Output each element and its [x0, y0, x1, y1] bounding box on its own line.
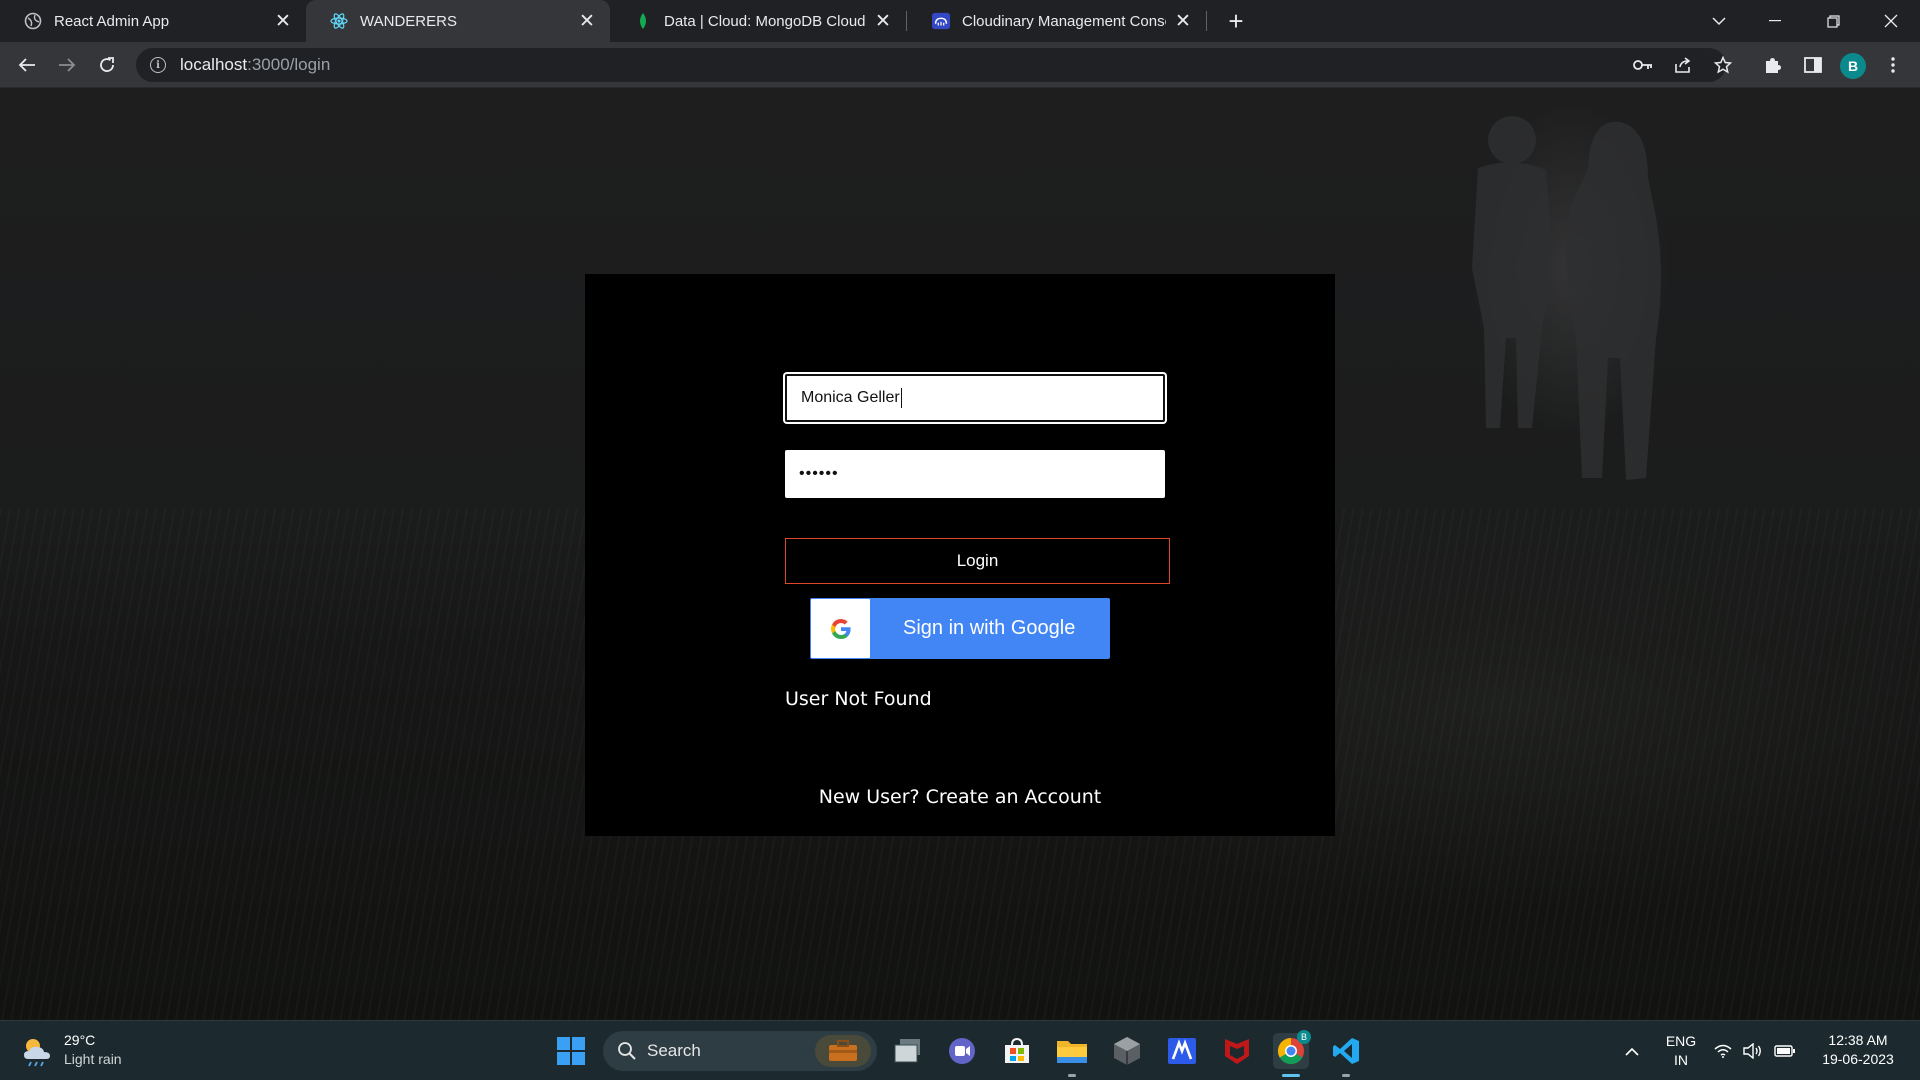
close-tab-icon[interactable]: ✕ [874, 11, 892, 32]
battery-icon[interactable] [1772, 1033, 1798, 1069]
password-key-icon[interactable] [1628, 50, 1658, 80]
cloudinary-icon [932, 12, 950, 30]
windows-start-icon[interactable] [553, 1033, 589, 1069]
task-view-icon[interactable] [890, 1033, 926, 1069]
language-code: ENG [1665, 1033, 1697, 1049]
tab-title: React Admin App [54, 12, 170, 30]
react-icon [330, 12, 348, 30]
language-region: IN [1674, 1052, 1688, 1068]
search-label: Search [647, 1041, 701, 1060]
chrome-icon[interactable]: B [1273, 1030, 1311, 1077]
tab-separator [1206, 11, 1207, 31]
mcafee-shield-icon[interactable] [1219, 1033, 1255, 1069]
taskbar-search-box[interactable]: Search [603, 1031, 877, 1071]
clock[interactable]: 12:38 AM 19-06-2023 [1810, 1032, 1906, 1067]
running-indicator [1282, 1074, 1300, 1077]
running-indicator [1068, 1074, 1076, 1077]
error-message: User Not Found [785, 688, 932, 710]
google-signin-label: Sign in with Google [903, 617, 1076, 639]
page-viewport: Monica Geller •••••• Login Sign in with … [0, 88, 1920, 1020]
address-bar[interactable]: i localhost:3000/login [136, 48, 1726, 82]
tab-wanderers[interactable]: WANDERERS ✕ [306, 0, 610, 42]
browser-tab-strip: React Admin App ✕ WANDERERS ✕ Data | Clo… [0, 0, 1920, 42]
tab-react-admin-app[interactable]: React Admin App ✕ [0, 0, 306, 42]
file-explorer-icon[interactable] [1054, 1033, 1090, 1077]
restore-icon[interactable] [1810, 0, 1856, 42]
search-icon [618, 1042, 636, 1060]
share-icon[interactable] [1668, 50, 1698, 80]
browser-toolbar: i localhost:3000/login B [0, 42, 1920, 88]
unity-hub-icon[interactable] [1109, 1033, 1145, 1069]
globe-icon [24, 12, 42, 30]
tab-title: WANDERERS [360, 12, 457, 30]
url-path: :3000/login [247, 55, 331, 74]
close-tab-icon[interactable]: ✕ [578, 11, 596, 32]
tab-title: Data | Cloud: MongoDB Cloud [664, 12, 866, 30]
wifi-icon[interactable] [1710, 1033, 1736, 1069]
app-blue-m-icon[interactable] [1164, 1033, 1200, 1069]
tab-mongodb-cloud[interactable]: Data | Cloud: MongoDB Cloud ✕ [610, 0, 906, 42]
extensions-puzzle-icon[interactable] [1758, 50, 1788, 80]
password-input[interactable]: •••••• [785, 450, 1165, 498]
side-panel-icon[interactable] [1798, 50, 1828, 80]
username-value: Monica Geller [801, 389, 900, 406]
background-couple-silhouette [1472, 116, 1661, 480]
tab-separator [906, 11, 907, 31]
username-input[interactable]: Monica Geller [785, 374, 1165, 422]
login-card: Monica Geller •••••• Login Sign in with … [585, 274, 1335, 836]
teams-chat-icon[interactable] [944, 1033, 980, 1069]
weather-description: Light rain [64, 1051, 122, 1067]
clock-date: 19-06-2023 [1822, 1051, 1894, 1067]
new-tab-icon[interactable]: + [1222, 6, 1250, 36]
close-tab-icon[interactable]: ✕ [274, 11, 292, 32]
close-tab-icon[interactable]: ✕ [1174, 11, 1192, 32]
tab-search-chevron-icon[interactable] [1696, 0, 1742, 42]
create-account-link[interactable]: New User? Create an Account [585, 786, 1335, 808]
windows-taskbar: 29°C Light rain Search B ENG IN 12:38 AM… [0, 1020, 1920, 1080]
input-language[interactable]: ENG IN [1660, 1033, 1702, 1068]
password-mask: •••••• [799, 465, 839, 482]
profile-avatar[interactable]: B [1840, 53, 1866, 79]
weather-rain-icon[interactable] [20, 1035, 56, 1067]
forward-icon[interactable] [52, 50, 82, 80]
login-button[interactable]: Login [785, 538, 1170, 584]
tray-overflow-chevron-icon[interactable] [1614, 1033, 1650, 1069]
clock-time: 12:38 AM [1828, 1032, 1888, 1048]
site-info-icon[interactable]: i [150, 57, 166, 73]
google-signin-button[interactable]: Sign in with Google [810, 598, 1110, 659]
chrome-profile-badge: B [1297, 1030, 1311, 1044]
close-window-icon[interactable] [1868, 0, 1914, 42]
google-g-icon [811, 599, 870, 658]
tab-title: Cloudinary Management Console [962, 12, 1166, 30]
volume-icon[interactable] [1740, 1033, 1766, 1069]
url-host: localhost [180, 55, 248, 74]
briefcase-icon [815, 1035, 871, 1067]
back-icon[interactable] [12, 50, 42, 80]
minimize-icon[interactable] [1752, 0, 1798, 42]
vscode-icon[interactable] [1328, 1033, 1364, 1077]
weather-temperature: 29°C [64, 1032, 96, 1048]
menu-kebab-icon[interactable] [1878, 50, 1908, 80]
bookmark-star-icon[interactable] [1708, 50, 1738, 80]
reload-icon[interactable] [92, 50, 122, 80]
microsoft-store-icon[interactable] [999, 1033, 1035, 1069]
running-indicator [1342, 1074, 1350, 1077]
tab-cloudinary[interactable]: Cloudinary Management Console ✕ [908, 0, 1206, 42]
text-caret [900, 388, 902, 408]
mongodb-leaf-icon [634, 12, 652, 30]
